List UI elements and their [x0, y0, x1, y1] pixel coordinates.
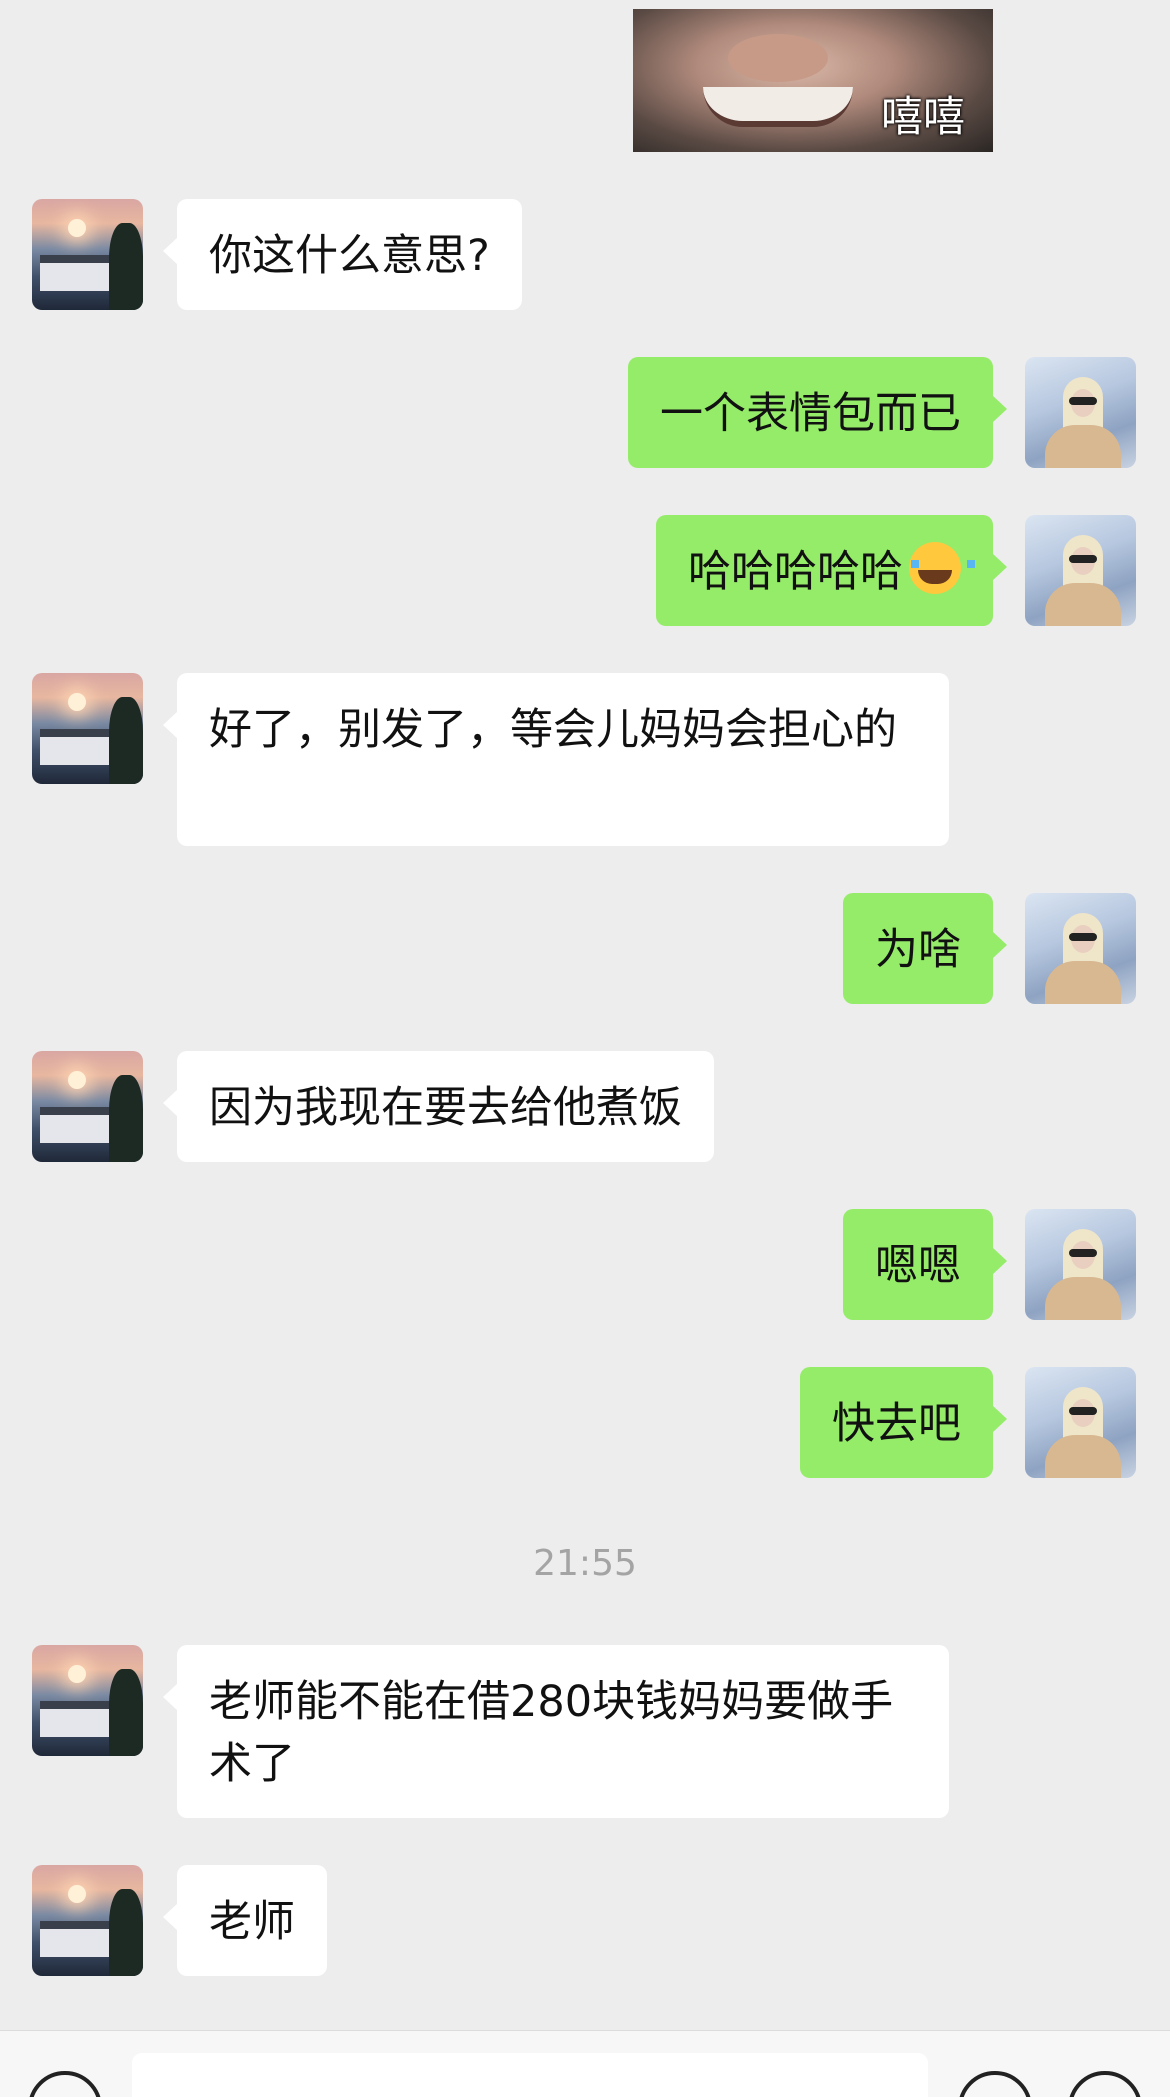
avatar-house-shape: [40, 1921, 118, 1957]
avatar-sun-shape: [68, 219, 86, 237]
avatar-house-shape: [40, 1107, 118, 1143]
message-bubble-outgoing[interactable]: 哈哈哈哈哈: [656, 515, 1007, 626]
avatar-glasses-shape: [1069, 1407, 1097, 1415]
sticker-image[interactable]: 嘻嘻: [633, 9, 993, 152]
avatar-tree-shape: [109, 1889, 143, 1976]
tears-of-joy-emoji-icon: [909, 542, 975, 594]
avatar-house-shape: [40, 255, 118, 291]
message-bubble-incoming[interactable]: 好了，别发了，等会儿妈妈会担心的: [163, 673, 949, 846]
contact-avatar[interactable]: [32, 673, 143, 784]
avatar-coat-shape: [1045, 583, 1121, 626]
avatar-coat-shape: [1045, 961, 1121, 1004]
contact-avatar[interactable]: [32, 1051, 143, 1162]
emoji-icon[interactable]: [958, 2071, 1032, 2097]
message-text: 你这什么意思?: [209, 231, 490, 281]
contact-avatar[interactable]: [32, 199, 143, 310]
voice-icon[interactable]: [28, 2071, 102, 2097]
avatar-sun-shape: [68, 1665, 86, 1683]
my-avatar[interactable]: [1025, 1209, 1136, 1320]
sticker-caption: 嘻嘻: [880, 92, 965, 141]
message-bubble-incoming[interactable]: 老师: [163, 1865, 327, 1976]
message-text: 老师能不能在借280块钱妈妈要做手术了: [209, 1677, 894, 1789]
my-avatar[interactable]: [1025, 893, 1136, 1004]
message-text: 嗯嗯: [875, 1241, 961, 1291]
message-text: 快去吧: [832, 1399, 961, 1449]
avatar-house-shape: [40, 1701, 118, 1737]
message-text: 好了，别发了，等会儿妈妈会担心的: [209, 705, 897, 755]
avatar-tree-shape: [109, 1669, 143, 1756]
message-bubble-incoming[interactable]: 你这什么意思?: [163, 199, 522, 310]
message-bubble-outgoing[interactable]: 一个表情包而已: [628, 357, 1007, 468]
avatar-tree-shape: [109, 1075, 143, 1162]
avatar-glasses-shape: [1069, 933, 1097, 941]
message-input[interactable]: [132, 2053, 928, 2097]
plus-icon[interactable]: [1068, 2071, 1142, 2097]
avatar-glasses-shape: [1069, 555, 1097, 563]
avatar-sun-shape: [68, 693, 86, 711]
my-avatar[interactable]: [1025, 515, 1136, 626]
message-bubble-incoming[interactable]: 因为我现在要去给他煮饭: [163, 1051, 714, 1162]
avatar-coat-shape: [1045, 1277, 1121, 1320]
my-avatar[interactable]: [1025, 357, 1136, 468]
avatar-glasses-shape: [1069, 1249, 1097, 1257]
chat-area: 嘻嘻 你这什么意思? 一个表情包而已 哈哈哈哈哈 好了，别发了，等会儿妈妈会担心…: [0, 0, 1170, 2030]
message-text: 因为我现在要去给他煮饭: [209, 1083, 682, 1133]
contact-avatar[interactable]: [32, 1645, 143, 1756]
sticker-face-shape: [728, 34, 828, 82]
contact-avatar[interactable]: [32, 1865, 143, 1976]
avatar-sun-shape: [68, 1071, 86, 1089]
avatar-coat-shape: [1045, 1435, 1121, 1478]
message-text: 为啥: [875, 925, 961, 975]
my-avatar[interactable]: [1025, 1367, 1136, 1478]
message-text: 一个表情包而已: [660, 389, 961, 439]
avatar-coat-shape: [1045, 425, 1121, 468]
input-bar: [0, 2030, 1170, 2097]
message-bubble-outgoing[interactable]: 快去吧: [800, 1367, 1007, 1478]
avatar-glasses-shape: [1069, 397, 1097, 405]
avatar-tree-shape: [109, 697, 143, 784]
message-bubble-outgoing[interactable]: 嗯嗯: [843, 1209, 1007, 1320]
sticker-smile-shape: [703, 87, 853, 127]
avatar-tree-shape: [109, 223, 143, 310]
message-text: 哈哈哈哈哈: [688, 547, 903, 597]
message-bubble-incoming[interactable]: 老师能不能在借280块钱妈妈要做手术了: [163, 1645, 949, 1818]
avatar-house-shape: [40, 729, 118, 765]
message-bubble-outgoing[interactable]: 为啥: [843, 893, 1007, 1004]
message-text: 老师: [209, 1897, 295, 1947]
avatar-sun-shape: [68, 1885, 86, 1903]
chat-timestamp: 21:55: [533, 1543, 637, 1584]
